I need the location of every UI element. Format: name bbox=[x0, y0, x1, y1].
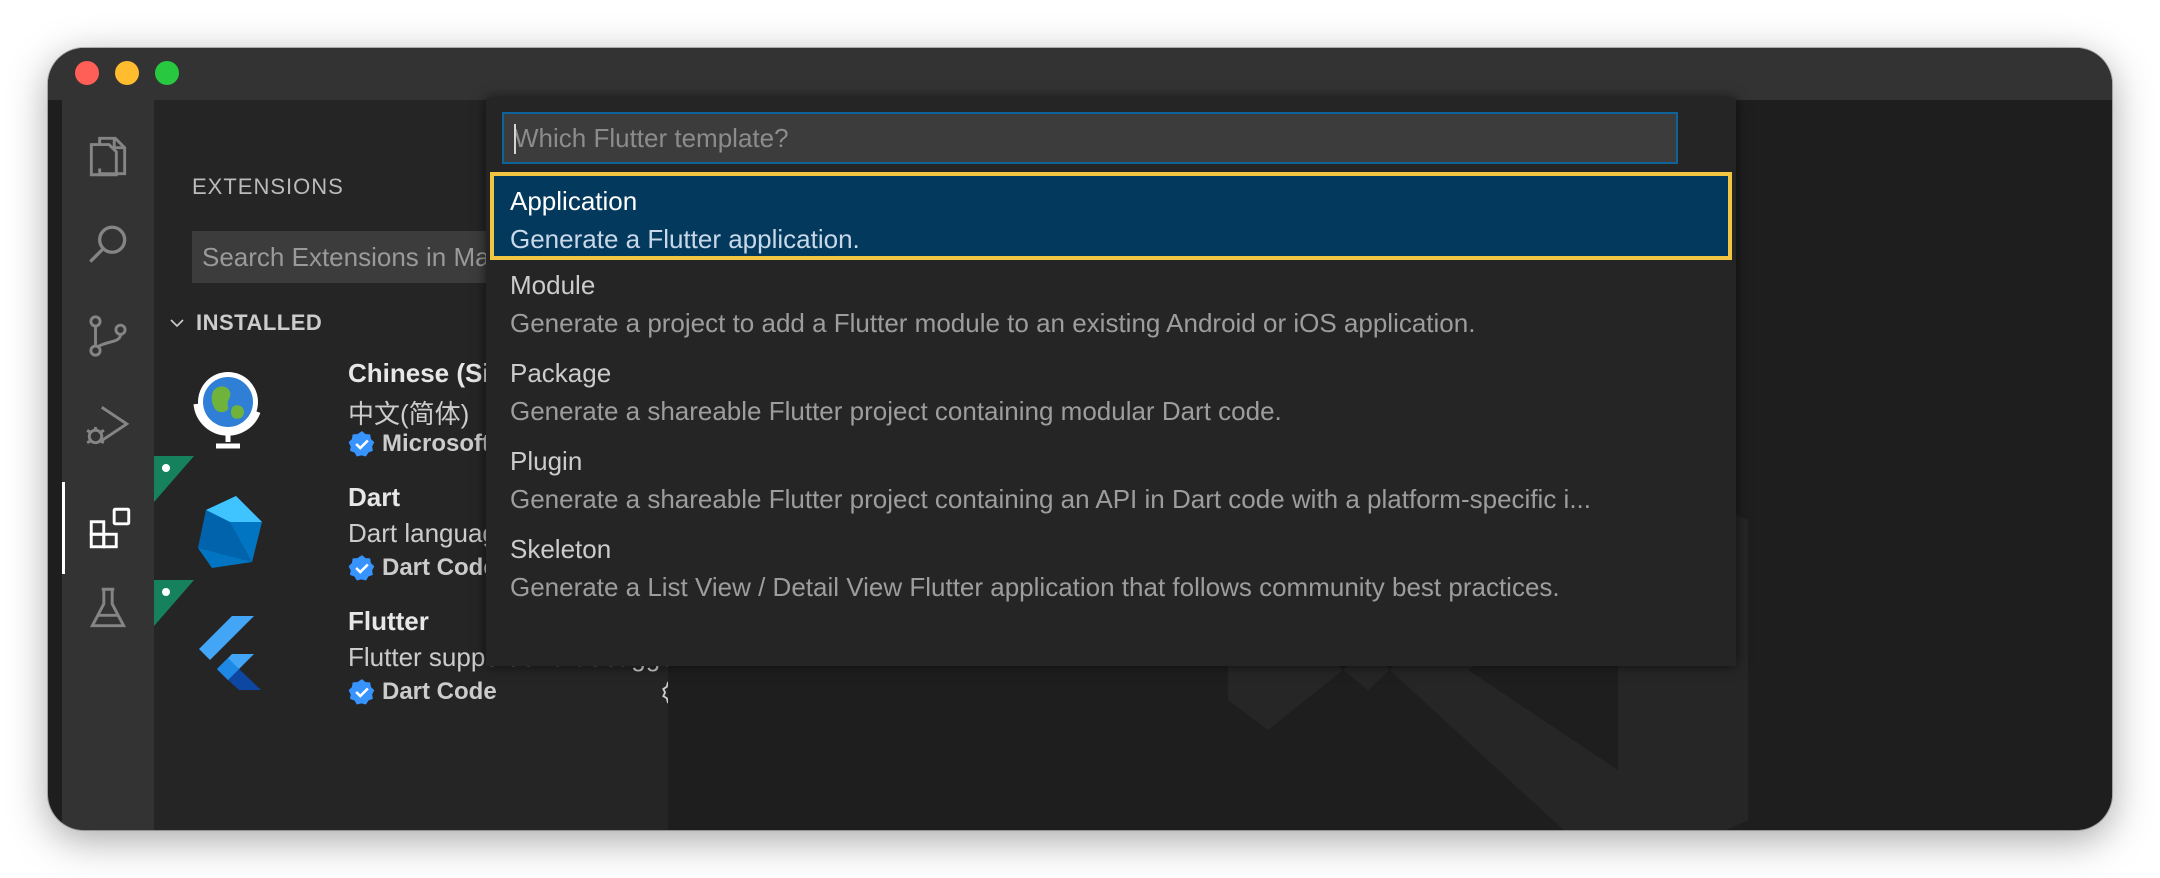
extension-publisher: Dart Code bbox=[348, 554, 497, 582]
verified-badge-icon bbox=[348, 555, 375, 581]
quick-pick-list: Application Generate a Flutter applicati… bbox=[486, 172, 1736, 612]
chevron-down-icon bbox=[170, 319, 184, 328]
quick-pick-item-package[interactable]: Package Generate a shareable Flutter pro… bbox=[486, 348, 1736, 436]
installed-section-header[interactable]: INSTALLED bbox=[168, 310, 322, 336]
title-bar bbox=[48, 48, 2112, 100]
extension-publisher: Microsoft bbox=[348, 430, 490, 458]
publisher-name: Microsoft bbox=[382, 430, 490, 457]
verified-badge-icon bbox=[348, 431, 375, 457]
extension-publisher: Dart Code bbox=[348, 678, 497, 706]
item-label: Application bbox=[510, 186, 638, 216]
item-detail: Generate a shareable Flutter project con… bbox=[510, 484, 1591, 514]
dart-logo-icon bbox=[198, 496, 262, 568]
item-label: Package bbox=[510, 358, 612, 388]
quick-pick-item-application[interactable]: Application Generate a Flutter applicati… bbox=[490, 172, 1732, 260]
extension-name: Flutter bbox=[348, 606, 429, 636]
quick-pick-input[interactable]: Which Flutter template? bbox=[502, 112, 1678, 164]
activity-bar bbox=[62, 100, 154, 830]
extensions-icon[interactable] bbox=[62, 482, 154, 574]
sidebar-title: EXTENSIONS bbox=[192, 174, 344, 199]
text-caret bbox=[514, 124, 516, 154]
quick-pick-item-plugin[interactable]: Plugin Generate a shareable Flutter proj… bbox=[486, 436, 1736, 524]
publisher-name: Dart Code bbox=[382, 678, 497, 705]
minimize-window-button[interactable] bbox=[115, 61, 139, 85]
quick-pick-item-module[interactable]: Module Generate a project to add a Flutt… bbox=[486, 260, 1736, 348]
quick-pick-item-skeleton[interactable]: Skeleton Generate a List View / Detail V… bbox=[486, 524, 1736, 612]
globe-icon bbox=[193, 372, 261, 449]
item-label: Skeleton bbox=[510, 534, 612, 564]
item-label: Module bbox=[510, 270, 596, 300]
item-detail: Generate a shareable Flutter project con… bbox=[510, 396, 1282, 426]
item-detail: Generate a Flutter application. bbox=[510, 224, 860, 254]
explorer-icon[interactable] bbox=[62, 110, 154, 202]
item-detail: Generate a project to add a Flutter modu… bbox=[510, 308, 1476, 338]
item-detail: Generate a List View / Detail View Flutt… bbox=[510, 572, 1560, 602]
testing-icon[interactable] bbox=[62, 562, 154, 654]
item-label: Plugin bbox=[510, 446, 583, 476]
extension-description: 中文(简体) bbox=[348, 399, 470, 429]
section-label: INSTALLED bbox=[196, 310, 323, 335]
source-control-icon[interactable] bbox=[62, 290, 154, 382]
close-window-button[interactable] bbox=[75, 61, 99, 85]
maximize-window-button[interactable] bbox=[155, 61, 179, 85]
run-debug-icon[interactable] bbox=[62, 380, 154, 472]
extension-name: Dart bbox=[348, 482, 401, 512]
vscode-window: EXTENSIONS Search Extensions in Marketpl… bbox=[48, 48, 2112, 830]
publisher-name: Dart Code bbox=[382, 554, 497, 581]
verified-badge-icon bbox=[348, 679, 375, 705]
quick-pick-dialog: Which Flutter template? Application Gene… bbox=[486, 98, 1736, 666]
quick-pick-placeholder: Which Flutter template? bbox=[514, 123, 789, 153]
flutter-logo-icon bbox=[199, 616, 261, 690]
search-icon[interactable] bbox=[62, 200, 154, 292]
